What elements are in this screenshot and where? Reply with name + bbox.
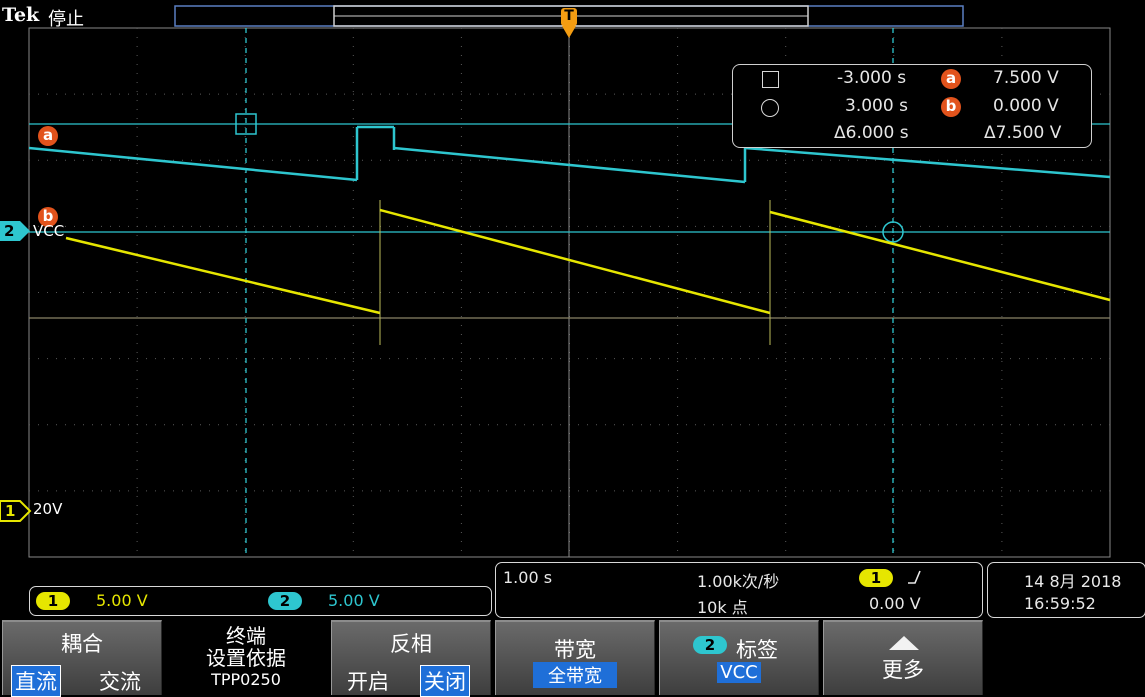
timebase-scale[interactable]: 1.00 s bbox=[503, 568, 552, 587]
readout-badge-a: a bbox=[941, 69, 961, 89]
invert-off-option[interactable]: 关闭 bbox=[420, 665, 470, 697]
cursor-1-time: -3.000 s bbox=[837, 68, 907, 88]
ch1-marker-number: 1 bbox=[5, 502, 16, 520]
more-softkey[interactable]: 更多 bbox=[823, 620, 983, 695]
label-softkey[interactable]: 2 标签 VCC bbox=[659, 620, 819, 695]
label-value: VCC bbox=[717, 662, 761, 683]
ch1-waveform bbox=[65, 200, 1111, 345]
coupling-dc-option[interactable]: 直流 bbox=[11, 665, 61, 697]
cursor-a-badge: a bbox=[38, 126, 58, 146]
record-length: 10k 点 bbox=[697, 598, 748, 617]
ch2-marker-label: VCC bbox=[33, 222, 65, 240]
label-channel-badge: 2 bbox=[693, 636, 727, 654]
ch1-badge[interactable]: 1 bbox=[36, 592, 70, 610]
cursor-delta-time: Δ6.000 s bbox=[834, 123, 909, 143]
termination-value: TPP0250 bbox=[211, 670, 281, 689]
coupling-ac-option[interactable]: 交流 bbox=[96, 666, 144, 696]
circle-cursor-icon bbox=[761, 99, 779, 117]
invert-title: 反相 bbox=[390, 632, 432, 656]
cursor-readout: -3.000 s 3.000 s Δ6.000 s a b 7.500 V 0.… bbox=[732, 64, 1092, 148]
up-arrow-icon bbox=[889, 636, 919, 650]
brand-logo: Tek bbox=[2, 4, 40, 26]
termination-softkey[interactable]: 终端 设置依据 TPP0250 bbox=[166, 620, 326, 695]
bandwidth-value: 全带宽 bbox=[533, 662, 617, 688]
invert-softkey[interactable]: 反相 开启 关闭 bbox=[331, 620, 491, 697]
invert-on-option[interactable]: 开启 bbox=[344, 666, 392, 696]
bandwidth-softkey[interactable]: 带宽 全带宽 bbox=[495, 620, 655, 695]
ch1-scale[interactable]: 5.00 V bbox=[96, 591, 148, 610]
square-cursor-icon bbox=[762, 71, 779, 88]
label-title: 标签 bbox=[736, 638, 778, 662]
ch2-badge[interactable]: 2 bbox=[268, 592, 302, 610]
timebase-trigger-panel: 1.00 s 1.00k次/秒 10k 点 1 0.00 V bbox=[495, 562, 983, 618]
coupling-softkey[interactable]: 耦合 直流 交流 bbox=[2, 620, 162, 697]
termination-setup-title: 设置依据 bbox=[206, 646, 286, 670]
sample-rate: 1.00k次/秒 bbox=[697, 572, 780, 591]
datetime-panel: 14 8月 2018 16:59:52 bbox=[987, 562, 1145, 618]
channel-scale-panel: 1 5.00 V 2 5.00 V bbox=[29, 586, 492, 616]
cursor-a-voltage: 7.500 V bbox=[993, 68, 1059, 88]
trigger-position-arrow[interactable] bbox=[562, 26, 576, 38]
cursor-b-voltage: 0.000 V bbox=[993, 96, 1059, 116]
ch2-marker-number: 2 bbox=[4, 222, 15, 240]
time: 16:59:52 bbox=[1024, 594, 1096, 613]
trigger-source-badge[interactable]: 1 bbox=[859, 569, 893, 587]
acquisition-state: 停止 bbox=[48, 9, 84, 30]
date: 14 8月 2018 bbox=[1024, 572, 1122, 591]
more-title: 更多 bbox=[882, 658, 924, 682]
coupling-title: 耦合 bbox=[61, 632, 103, 656]
trigger-level[interactable]: 0.00 V bbox=[869, 594, 921, 613]
bandwidth-title: 带宽 bbox=[554, 638, 596, 662]
ch1-marker-label: 20V bbox=[33, 500, 63, 518]
ch2-scale[interactable]: 5.00 V bbox=[328, 591, 380, 610]
cursor-delta-voltage: Δ7.500 V bbox=[984, 123, 1062, 143]
cursor-2-time: 3.000 s bbox=[845, 96, 908, 116]
readout-badge-b: b bbox=[941, 97, 961, 117]
trigger-marker-label: T bbox=[564, 8, 574, 24]
rising-edge-icon bbox=[908, 570, 921, 584]
